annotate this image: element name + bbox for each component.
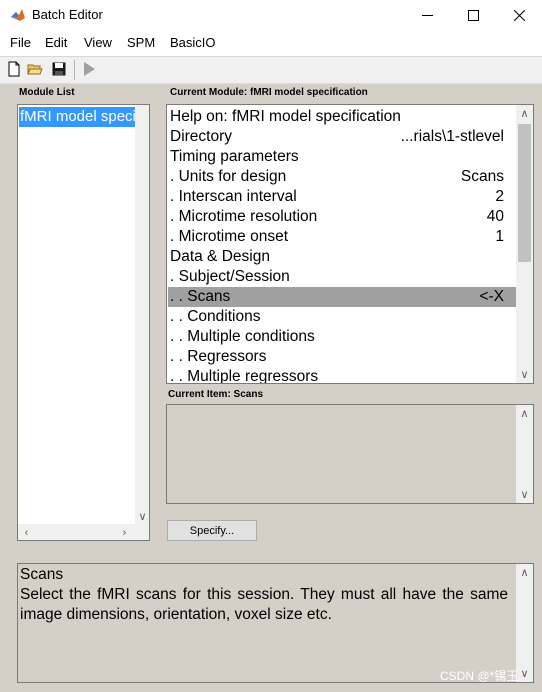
list-item[interactable]: . . Multiple conditions bbox=[168, 327, 516, 347]
current-item-vscroll[interactable]: ∧ ∨ bbox=[516, 405, 533, 503]
list-item[interactable]: Directory ...rials\1-stlevel bbox=[168, 127, 516, 147]
current-module-vscroll[interactable]: ∧ ∨ bbox=[516, 105, 533, 383]
list-item[interactable]: . . Multiple regressors bbox=[168, 367, 516, 383]
list-item[interactable]: . Microtime resolution 40 bbox=[168, 207, 516, 227]
current-item-box[interactable]: ∧ ∨ bbox=[166, 404, 534, 504]
scroll-up-icon[interactable]: ∧ bbox=[516, 564, 533, 581]
current-item-label: Current Item: Scans bbox=[168, 389, 264, 400]
help-box: Scans Select the fMRI scans for this ses… bbox=[17, 563, 534, 683]
scroll-up-icon[interactable]: ∧ bbox=[516, 105, 533, 122]
new-file-icon[interactable] bbox=[6, 61, 22, 77]
scroll-down-icon[interactable]: ∨ bbox=[516, 665, 533, 682]
specify-button[interactable]: Specify... bbox=[167, 520, 257, 541]
module-list-label: Module List bbox=[19, 87, 75, 98]
list-item[interactable]: Help on: fMRI model specification bbox=[168, 107, 516, 127]
list-item[interactable]: Data & Design bbox=[168, 247, 516, 267]
menu-file[interactable]: File bbox=[10, 35, 31, 50]
current-module-label: Current Module: fMRI model specification bbox=[170, 87, 368, 98]
module-list-vscroll[interactable]: ∨ bbox=[135, 105, 149, 525]
maximize-button[interactable] bbox=[450, 0, 496, 30]
save-icon[interactable] bbox=[51, 61, 67, 77]
scroll-right-icon[interactable]: › bbox=[116, 524, 133, 540]
list-item-selected[interactable]: . . Scans <-X bbox=[168, 287, 516, 307]
module-list-item[interactable]: fMRI model specification bbox=[19, 107, 136, 127]
list-item[interactable]: . Units for design Scans bbox=[168, 167, 516, 187]
menu-view[interactable]: View bbox=[84, 35, 112, 50]
module-list-hscroll[interactable]: ‹ › bbox=[18, 524, 149, 540]
current-module-list[interactable]: Help on: fMRI model specification Direct… bbox=[166, 104, 534, 384]
module-list[interactable]: fMRI model specification ∨ ‹ › bbox=[17, 104, 150, 541]
open-folder-icon[interactable] bbox=[27, 61, 43, 77]
minimize-button[interactable] bbox=[404, 0, 450, 30]
matlab-icon bbox=[11, 9, 25, 21]
menu-basicio[interactable]: BasicIO bbox=[170, 35, 216, 50]
close-icon bbox=[513, 9, 525, 21]
toolbar bbox=[0, 57, 542, 84]
help-vscroll[interactable]: ∧ ∨ bbox=[516, 564, 533, 682]
close-button[interactable] bbox=[496, 0, 542, 30]
scroll-down-icon[interactable]: ∨ bbox=[135, 508, 149, 525]
window-title: Batch Editor bbox=[32, 7, 103, 22]
scroll-down-icon[interactable]: ∨ bbox=[516, 486, 533, 503]
scroll-down-icon[interactable]: ∨ bbox=[516, 366, 533, 383]
scroll-left-icon[interactable]: ‹ bbox=[18, 524, 35, 540]
scroll-thumb[interactable] bbox=[518, 124, 531, 262]
maximize-icon bbox=[467, 9, 479, 21]
list-item[interactable]: Timing parameters bbox=[168, 147, 516, 167]
watermark-text: CSDN @*锡玉 bbox=[440, 669, 519, 683]
list-item[interactable]: . . Conditions bbox=[168, 307, 516, 327]
list-item[interactable]: . Subject/Session bbox=[168, 267, 516, 287]
help-title: Scans bbox=[20, 566, 64, 583]
list-item[interactable]: . Microtime onset 1 bbox=[168, 227, 516, 247]
menu-bar: File Edit View SPM BasicIO bbox=[0, 30, 542, 57]
minimize-icon bbox=[421, 14, 433, 16]
toolbar-separator bbox=[74, 60, 75, 80]
scroll-up-icon[interactable]: ∧ bbox=[516, 405, 533, 422]
help-text: Select the fMRI scans for this session. … bbox=[20, 586, 508, 623]
menu-edit[interactable]: Edit bbox=[45, 35, 67, 50]
list-item[interactable]: . . Regressors bbox=[168, 347, 516, 367]
run-icon[interactable] bbox=[81, 61, 97, 77]
menu-spm[interactable]: SPM bbox=[127, 35, 155, 50]
list-item[interactable]: . Interscan interval 2 bbox=[168, 187, 516, 207]
